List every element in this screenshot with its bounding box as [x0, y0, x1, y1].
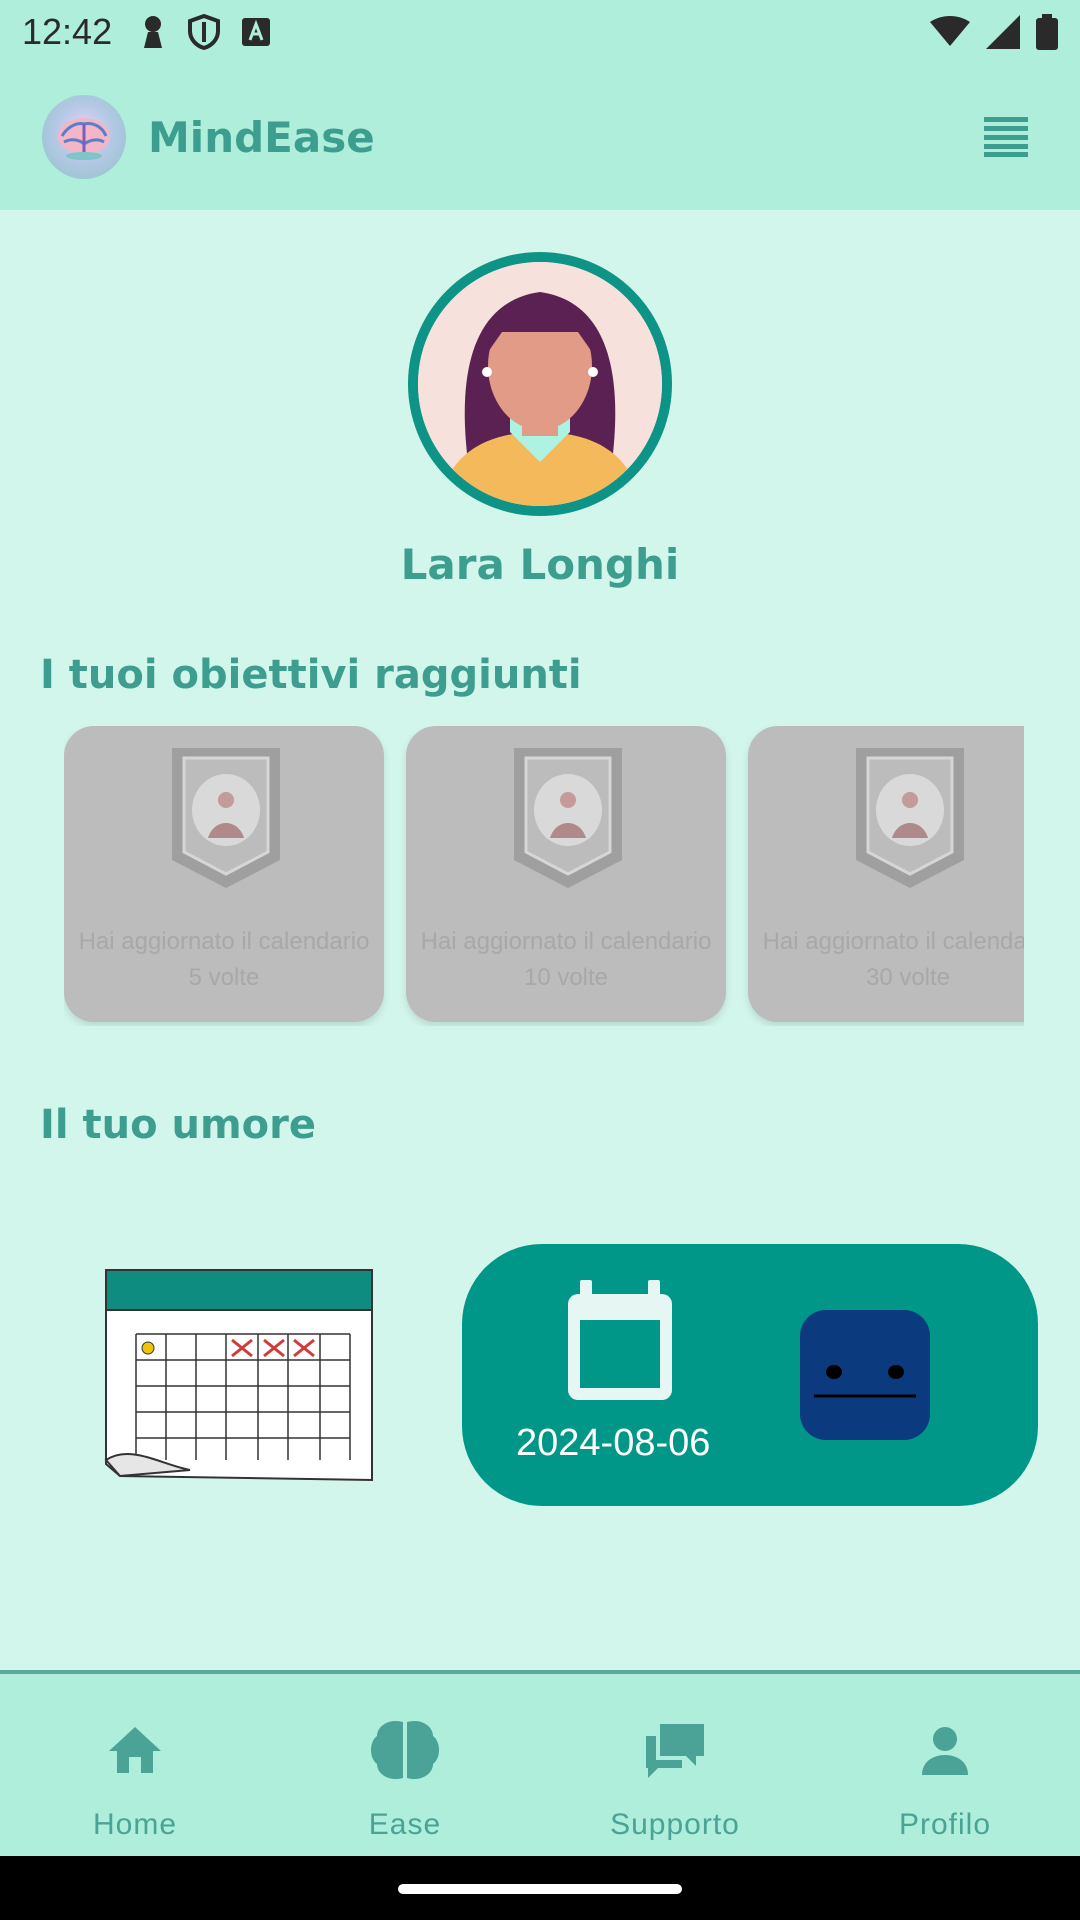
menu-button[interactable]: [974, 105, 1038, 169]
app-title: MindEase: [148, 112, 375, 162]
mood-date: 2024-08-06: [516, 1422, 711, 1464]
person-pin-icon: [144, 16, 163, 48]
wifi-icon: [930, 16, 970, 46]
nav-label: Profilo: [898, 1808, 992, 1841]
goals-carousel[interactable]: Hai aggiornato il calendario 5 volte Hai…: [64, 726, 1024, 1026]
logo-brain-graphic: [58, 118, 110, 160]
gesture-navigation-bar: [0, 1856, 1080, 1920]
person-icon: [907, 1712, 983, 1788]
status-right-icons: [930, 14, 1058, 50]
goal-card[interactable]: Hai aggiornato il calendario 30 volte: [748, 726, 1024, 1022]
avatar[interactable]: [408, 252, 672, 516]
nav-label: Supporto: [610, 1808, 740, 1841]
chat-icon: [637, 1712, 713, 1788]
neutral-face-graphic: [814, 1365, 916, 1398]
calendar-icon: [568, 1280, 672, 1400]
mood-section-title: Il tuo umore: [40, 1102, 317, 1148]
calendar-illustration: [104, 1269, 373, 1482]
gesture-handle[interactable]: [398, 1884, 682, 1894]
battery-icon: [1036, 14, 1058, 50]
badge-icon: [856, 748, 964, 888]
signal-icon: [986, 15, 1020, 49]
brain-icon: [367, 1712, 443, 1788]
female-avatar-graphic: [418, 262, 662, 506]
neutral-face-icon: [800, 1310, 930, 1440]
brain-logo-icon: [42, 95, 126, 179]
nav-supporto[interactable]: Supporto: [540, 1674, 810, 1856]
app-bar: MindEase: [0, 64, 1080, 210]
badge-icon: [172, 748, 280, 888]
shield-icon: [188, 14, 221, 50]
nav-profilo[interactable]: Profilo: [810, 1674, 1080, 1856]
nav-ease[interactable]: Ease: [270, 1674, 540, 1856]
goal-card[interactable]: Hai aggiornato il calendario 5 volte: [64, 726, 384, 1022]
menu-icon: [984, 117, 1028, 157]
goal-text: Hai aggiornato il calendario 5 volte: [78, 928, 370, 991]
text-a-icon: [242, 18, 271, 46]
user-name: Lara Longhi: [400, 540, 680, 589]
home-icon: [97, 1712, 173, 1788]
goals-section-title: I tuoi obiettivi raggiunti: [40, 652, 582, 698]
nav-label: Home: [92, 1808, 178, 1841]
goal-card[interactable]: Hai aggiornato il calendario 10 volte: [406, 726, 726, 1022]
nav-home[interactable]: Home: [0, 1674, 270, 1856]
goal-text: Hai aggiornato il calendario 10 volte: [420, 928, 712, 991]
badge-icon: [514, 748, 622, 888]
status-bar: 12:42: [0, 0, 1080, 64]
nav-label: Ease: [368, 1808, 442, 1841]
status-left-icons: [140, 14, 271, 50]
status-time: 12:42: [22, 11, 113, 52]
goal-text: Hai aggiornato il calendario 30 volte: [762, 928, 1024, 991]
mood-entry-card[interactable]: 2024-08-06: [462, 1244, 1038, 1506]
bottom-navigation: Home Ease Supporto Profilo: [0, 1670, 1080, 1856]
